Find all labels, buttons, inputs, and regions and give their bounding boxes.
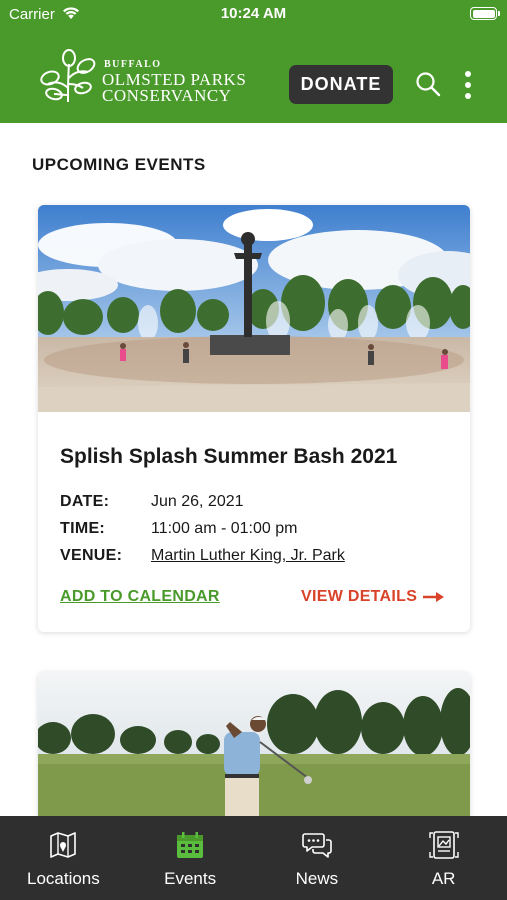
conservancy-logo[interactable]: BUFFALO OLMSTED PARKS CONSERVANCY xyxy=(38,48,253,106)
tab-locations[interactable]: Locations xyxy=(0,816,127,900)
venue-link[interactable]: Martin Luther King, Jr. Park xyxy=(151,547,345,565)
event-card[interactable] xyxy=(38,672,470,832)
event-title[interactable]: Splish Splash Summer Bash 2021 xyxy=(60,445,397,469)
battery-icon xyxy=(470,7,500,20)
event-card[interactable]: Splish Splash Summer Bash 2021 DATE: Jun… xyxy=(38,205,470,632)
logo-small-text: BUFFALO xyxy=(104,59,162,70)
time-value: 11:00 am - 01:00 pm xyxy=(151,520,298,537)
event-photo xyxy=(38,672,470,832)
search-icon[interactable] xyxy=(415,71,441,97)
tab-label-news: News xyxy=(295,869,339,888)
date-value: Jun 26, 2021 xyxy=(151,493,244,510)
event-photo xyxy=(38,205,470,412)
leaf-logo-icon xyxy=(40,49,96,103)
tab-label-ar: AR xyxy=(431,869,456,888)
logo-title-line2: CONSERVANCY xyxy=(102,86,232,105)
chat-bubbles-icon xyxy=(302,833,332,858)
section-title: UPCOMING EVENTS xyxy=(32,155,206,174)
bottom-tab-bar: Locations Events News AR xyxy=(0,816,507,900)
tab-label-locations: Locations xyxy=(26,869,100,888)
donate-button[interactable]: DONATE xyxy=(289,65,393,104)
tab-label-events: Events xyxy=(164,869,217,888)
status-bar: Carrier 10:24 AM xyxy=(0,0,507,30)
clock: 10:24 AM xyxy=(220,5,287,22)
time-label: TIME: xyxy=(60,520,106,537)
add-to-calendar-link[interactable]: ADD TO CALENDAR xyxy=(60,588,220,606)
date-label: DATE: xyxy=(60,493,110,510)
app-header: BUFFALO OLMSTED PARKS CONSERVANCY DONATE xyxy=(0,30,507,123)
tab-events[interactable]: Events xyxy=(127,816,254,900)
view-details-label: VIEW DETAILS xyxy=(301,588,418,605)
calendar-icon xyxy=(177,832,204,858)
arrow-right-icon xyxy=(423,592,445,602)
map-icon xyxy=(50,832,77,858)
venue-label: VENUE: xyxy=(60,547,123,564)
tab-ar[interactable]: AR xyxy=(380,816,507,900)
more-options-icon[interactable] xyxy=(458,70,478,100)
tab-news[interactable]: News xyxy=(254,816,381,900)
ar-frame-icon xyxy=(428,831,459,859)
view-details-link[interactable]: VIEW DETAILS xyxy=(301,588,445,606)
